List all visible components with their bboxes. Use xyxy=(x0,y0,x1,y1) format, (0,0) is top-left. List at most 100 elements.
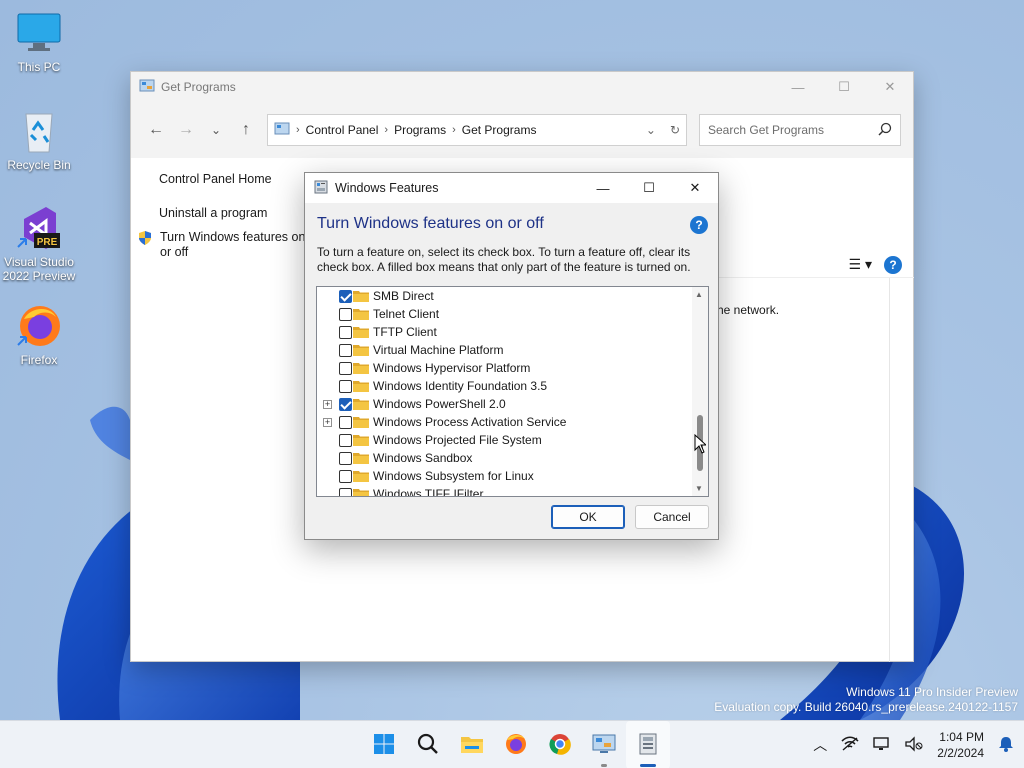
folder-icon xyxy=(353,290,369,302)
back-button[interactable]: ← xyxy=(141,115,171,145)
feature-checkbox[interactable] xyxy=(339,289,352,303)
search-icon xyxy=(417,733,439,758)
ok-button[interactable]: OK xyxy=(551,505,625,529)
breadcrumb-control-panel[interactable]: Control Panel xyxy=(306,123,379,137)
close-icon: ✕ xyxy=(884,79,896,94)
taskbar-chrome[interactable] xyxy=(538,721,582,768)
up-button[interactable]: ↑ xyxy=(231,115,261,145)
scroll-up-icon[interactable]: ▲ xyxy=(695,290,703,299)
taskbar-firefox[interactable] xyxy=(494,721,538,768)
address-dropdown-icon[interactable]: ⌄ xyxy=(646,123,656,137)
feature-checkbox[interactable] xyxy=(339,433,352,447)
pre-badge: PRE xyxy=(37,237,58,248)
search-box[interactable]: Search Get Programs xyxy=(699,114,901,146)
clock[interactable]: 1:04 PM 2/2/2024 xyxy=(937,729,984,761)
desktop-icon-visual-studio[interactable]: PRE Visual Studio 2022 Preview xyxy=(1,205,77,283)
taskbar-apps xyxy=(362,721,670,768)
recycle-bin-icon xyxy=(16,108,62,154)
desktop-icon-label: Visual Studio 2022 Preview xyxy=(2,255,76,283)
features-scrollbar[interactable]: ▲ ▼ xyxy=(692,287,708,496)
feature-label: Virtual Machine Platform xyxy=(373,343,504,357)
link-control-panel-home[interactable]: Control Panel Home xyxy=(159,172,311,186)
help-icon[interactable]: ? xyxy=(884,255,902,274)
taskbar-windows-features[interactable] xyxy=(626,721,670,768)
start-button[interactable] xyxy=(362,721,406,768)
feature-row[interactable]: + Windows Process Activation Service xyxy=(317,413,693,431)
folder-icon xyxy=(353,326,369,338)
refresh-icon[interactable]: ↻ xyxy=(670,123,680,137)
arrow-right-icon: → xyxy=(178,121,194,138)
taskbar: ︿ 1:04 PM 2/2/2024 xyxy=(0,720,1024,768)
feature-label: TFTP Client xyxy=(373,325,437,339)
feature-row[interactable]: SMB Direct xyxy=(317,287,693,305)
recent-locations-button[interactable]: ⌄ xyxy=(201,115,231,145)
background-text: he network. xyxy=(717,303,780,317)
expand-icon[interactable]: + xyxy=(323,417,332,427)
volume-muted-icon[interactable] xyxy=(905,735,923,755)
taskbar-control-panel[interactable] xyxy=(582,721,626,768)
dialog-close-button[interactable]: ✕ xyxy=(672,173,718,203)
folder-icon xyxy=(353,398,369,410)
feature-row[interactable]: Windows Sandbox xyxy=(317,449,693,467)
notification-bell-icon[interactable] xyxy=(998,736,1014,755)
taskbar-file-explorer[interactable] xyxy=(450,721,494,768)
features-tree[interactable]: SMB Direct Telnet Client TFTP Client Virtua… xyxy=(316,286,709,497)
feature-row[interactable]: Virtual Machine Platform xyxy=(317,341,693,359)
taskbar-search-button[interactable] xyxy=(406,721,450,768)
close-icon: ✕ xyxy=(689,180,701,195)
feature-row[interactable]: Telnet Client xyxy=(317,305,693,323)
dialog-maximize-button[interactable]: ☐ xyxy=(626,173,672,203)
feature-checkbox[interactable] xyxy=(339,379,352,393)
minimize-button[interactable]: — xyxy=(775,72,821,102)
display-icon[interactable] xyxy=(873,736,891,755)
feature-row[interactable]: TFTP Client xyxy=(317,323,693,341)
address-bar[interactable]: › Control Panel › Programs › Get Program… xyxy=(267,114,687,146)
feature-checkbox[interactable] xyxy=(339,451,352,465)
dialog-minimize-button[interactable]: — xyxy=(580,173,626,203)
network-icon[interactable] xyxy=(841,735,859,755)
feature-checkbox[interactable] xyxy=(339,325,352,339)
divider xyxy=(889,278,890,662)
folder-icon xyxy=(353,308,369,320)
close-button[interactable]: ✕ xyxy=(867,72,913,102)
feature-row[interactable]: Windows TIFF IFilter xyxy=(317,485,693,496)
breadcrumb-programs[interactable]: Programs xyxy=(394,123,446,137)
file-explorer-icon xyxy=(460,733,484,758)
feature-checkbox[interactable] xyxy=(339,487,352,496)
help-icon[interactable]: ? xyxy=(690,216,708,234)
expand-icon[interactable]: + xyxy=(323,399,332,409)
maximize-button[interactable]: ☐ xyxy=(821,72,867,102)
maximize-icon: ☐ xyxy=(643,180,655,195)
dialog-titlebar[interactable]: Windows Features — ☐ ✕ xyxy=(305,173,718,203)
feature-label: Telnet Client xyxy=(373,307,440,321)
feature-row[interactable]: Windows Subsystem for Linux xyxy=(317,467,693,485)
feature-checkbox[interactable] xyxy=(339,415,352,429)
chevron-up-icon[interactable]: ︿ xyxy=(813,735,827,755)
link-turn-features[interactable]: Turn Windows features on or off xyxy=(137,230,310,260)
breadcrumb-get-programs[interactable]: Get Programs xyxy=(462,123,537,137)
feature-row[interactable]: Windows Projected File System xyxy=(317,431,693,449)
desktop-icon-this-pc[interactable]: This PC xyxy=(1,10,77,74)
feature-checkbox[interactable] xyxy=(339,307,352,321)
feature-checkbox[interactable] xyxy=(339,397,352,411)
forward-button[interactable]: → xyxy=(171,115,201,145)
link-uninstall-program[interactable]: Uninstall a program xyxy=(159,206,311,220)
feature-checkbox[interactable] xyxy=(339,361,352,375)
view-options-icon[interactable]: ☰ ▾ xyxy=(849,256,872,273)
scroll-down-icon[interactable]: ▼ xyxy=(695,484,703,493)
mouse-cursor-icon xyxy=(694,434,706,454)
feature-row[interactable]: Windows Identity Foundation 3.5 xyxy=(317,377,693,395)
feature-row[interactable]: Windows Hypervisor Platform xyxy=(317,359,693,377)
cancel-button[interactable]: Cancel xyxy=(635,505,709,529)
feature-checkbox[interactable] xyxy=(339,469,352,483)
arrow-up-icon: ↑ xyxy=(242,121,250,138)
desktop-icon-firefox[interactable]: Firefox xyxy=(1,303,77,367)
feature-row[interactable]: + Windows PowerShell 2.0 xyxy=(317,395,693,413)
folder-icon xyxy=(353,434,369,446)
minimize-icon: — xyxy=(596,180,610,196)
arrow-left-icon: ← xyxy=(148,121,164,138)
feature-checkbox[interactable] xyxy=(339,343,352,357)
feature-label: Windows Identity Foundation 3.5 xyxy=(373,379,548,393)
window-titlebar[interactable]: Get Programs — ☐ ✕ xyxy=(131,72,913,102)
desktop-icon-recycle-bin[interactable]: Recycle Bin xyxy=(1,108,77,172)
